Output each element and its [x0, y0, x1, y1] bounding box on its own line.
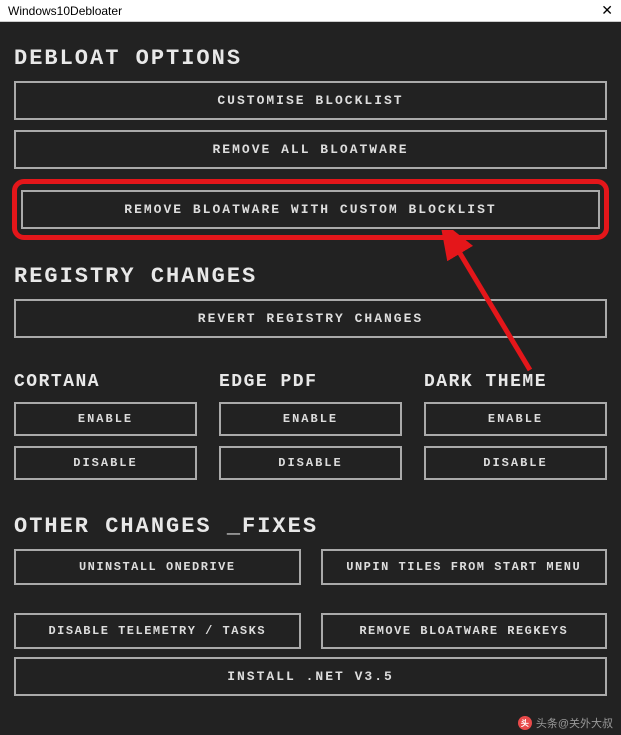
uninstall-onedrive-button[interactable]: UNINSTALL ONEDRIVE [14, 549, 301, 585]
revert-registry-button[interactable]: REVERT REGISTRY CHANGES [14, 299, 607, 338]
registry-heading: REGISTRY CHANGES [14, 264, 607, 289]
edge-pdf-enable-button[interactable]: ENABLE [219, 402, 402, 436]
cortana-disable-button[interactable]: DISABLE [14, 446, 197, 480]
disable-telemetry-button[interactable]: DISABLE TELEMETRY / TASKS [14, 613, 301, 649]
window-title: Windows10Debloater [8, 4, 122, 18]
cortana-column: CORTANA ENABLE DISABLE [14, 372, 197, 490]
dark-theme-disable-button[interactable]: DISABLE [424, 446, 607, 480]
remove-regkeys-button[interactable]: REMOVE BLOATWARE REGKEYS [321, 613, 608, 649]
debloat-heading: DEBLOAT OPTIONS [14, 46, 607, 71]
install-net-button[interactable]: INSTALL .NET V3.5 [14, 657, 607, 696]
watermark: 头 头条@关外大叔 [518, 715, 613, 731]
edge-pdf-column: EDGE PDF ENABLE DISABLE [219, 372, 402, 490]
edge-pdf-disable-button[interactable]: DISABLE [219, 446, 402, 480]
columns-toggles: CORTANA ENABLE DISABLE EDGE PDF ENABLE D… [14, 372, 607, 490]
dark-theme-heading: DARK THEME [424, 372, 607, 392]
remove-bloatware-custom-button[interactable]: REMOVE BLOATWARE WITH CUSTOM BLOCKLIST [21, 190, 600, 229]
other-heading: OTHER CHANGES _FIXES [14, 514, 607, 539]
dark-theme-enable-button[interactable]: ENABLE [424, 402, 607, 436]
edge-pdf-heading: EDGE PDF [219, 372, 402, 392]
watermark-text: 头条@关外大叔 [536, 715, 613, 731]
watermark-icon: 头 [518, 716, 532, 730]
cortana-heading: CORTANA [14, 372, 197, 392]
highlighted-callout: REMOVE BLOATWARE WITH CUSTOM BLOCKLIST [12, 179, 609, 240]
other-grid: UNINSTALL ONEDRIVE UNPIN TILES FROM STAR… [14, 549, 607, 657]
close-icon[interactable]: ✕ [601, 2, 613, 19]
cortana-enable-button[interactable]: ENABLE [14, 402, 197, 436]
dark-theme-column: DARK THEME ENABLE DISABLE [424, 372, 607, 490]
remove-all-bloatware-button[interactable]: REMOVE ALL BLOATWARE [14, 130, 607, 169]
titlebar: Windows10Debloater ✕ [0, 0, 621, 22]
unpin-tiles-button[interactable]: UNPIN TILES FROM START MENU [321, 549, 608, 585]
app-body: DEBLOAT OPTIONS CUSTOMISE BLOCKLIST REMO… [0, 22, 621, 735]
customise-blocklist-button[interactable]: CUSTOMISE BLOCKLIST [14, 81, 607, 120]
